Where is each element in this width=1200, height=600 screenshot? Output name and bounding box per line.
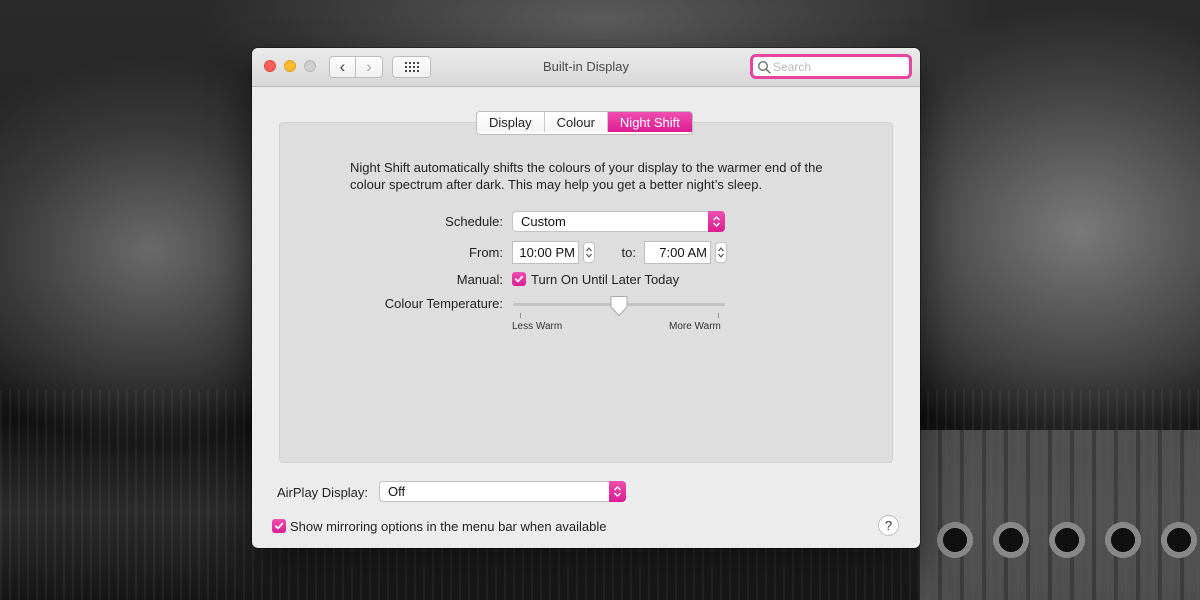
tab-display[interactable]: Display: [477, 112, 544, 132]
slider-tick-max: [718, 313, 719, 318]
preferences-window: ‹ › Built-in Display Display Colour: [252, 48, 920, 548]
title-bar: ‹ › Built-in Display: [252, 48, 920, 87]
tab-bar: Display Colour Night Shift: [476, 111, 693, 135]
chevron-updown-icon: [708, 211, 725, 232]
slider-tick-min: [520, 313, 521, 318]
wallpaper-tyres: [935, 515, 1200, 565]
airplay-value: Off: [388, 484, 406, 499]
help-icon: ?: [884, 518, 893, 533]
to-time-stepper[interactable]: [715, 242, 727, 263]
to-time-value: 7:00 AM: [659, 245, 707, 260]
manual-checkbox-label: Turn On Until Later Today: [531, 272, 680, 287]
to-time-field[interactable]: 7:00 AM: [644, 241, 711, 264]
from-time-value: 10:00 PM: [519, 245, 575, 260]
slider-knob[interactable]: [610, 295, 628, 317]
airplay-label: AirPlay Display:: [277, 485, 369, 500]
search-input[interactable]: [771, 58, 901, 75]
help-button[interactable]: ?: [878, 515, 899, 536]
schedule-popup[interactable]: Custom: [512, 211, 725, 232]
checkmark-icon: [274, 522, 284, 530]
schedule-value: Custom: [521, 214, 566, 229]
stepper-arrows-icon: [718, 247, 724, 258]
to-label: to:: [621, 245, 636, 260]
manual-checkbox[interactable]: [512, 272, 526, 286]
schedule-label: Schedule:: [445, 214, 503, 229]
night-shift-description: Night Shift automatically shifts the col…: [350, 160, 823, 192]
from-time-stepper[interactable]: [583, 242, 595, 263]
from-time-field[interactable]: 10:00 PM: [512, 241, 579, 264]
tab-colour[interactable]: Colour: [543, 112, 607, 132]
from-label: From:: [469, 245, 503, 260]
checkmark-icon: [514, 275, 524, 283]
more-warm-label: More Warm: [669, 321, 721, 332]
colour-temperature-label: Colour Temperature:: [384, 296, 503, 311]
mirroring-checkbox[interactable]: [272, 519, 286, 533]
less-warm-label: Less Warm: [512, 321, 563, 332]
manual-label: Manual:: [456, 272, 503, 287]
chevron-updown-icon: [609, 481, 626, 502]
tab-night-shift[interactable]: Night Shift: [606, 112, 692, 132]
search-icon: [757, 60, 771, 74]
mirroring-checkbox-label: Show mirroring options in the menu bar w…: [290, 519, 607, 534]
stepper-arrows-icon: [586, 247, 592, 258]
airplay-popup[interactable]: Off: [379, 481, 626, 502]
search-field[interactable]: [750, 54, 912, 79]
